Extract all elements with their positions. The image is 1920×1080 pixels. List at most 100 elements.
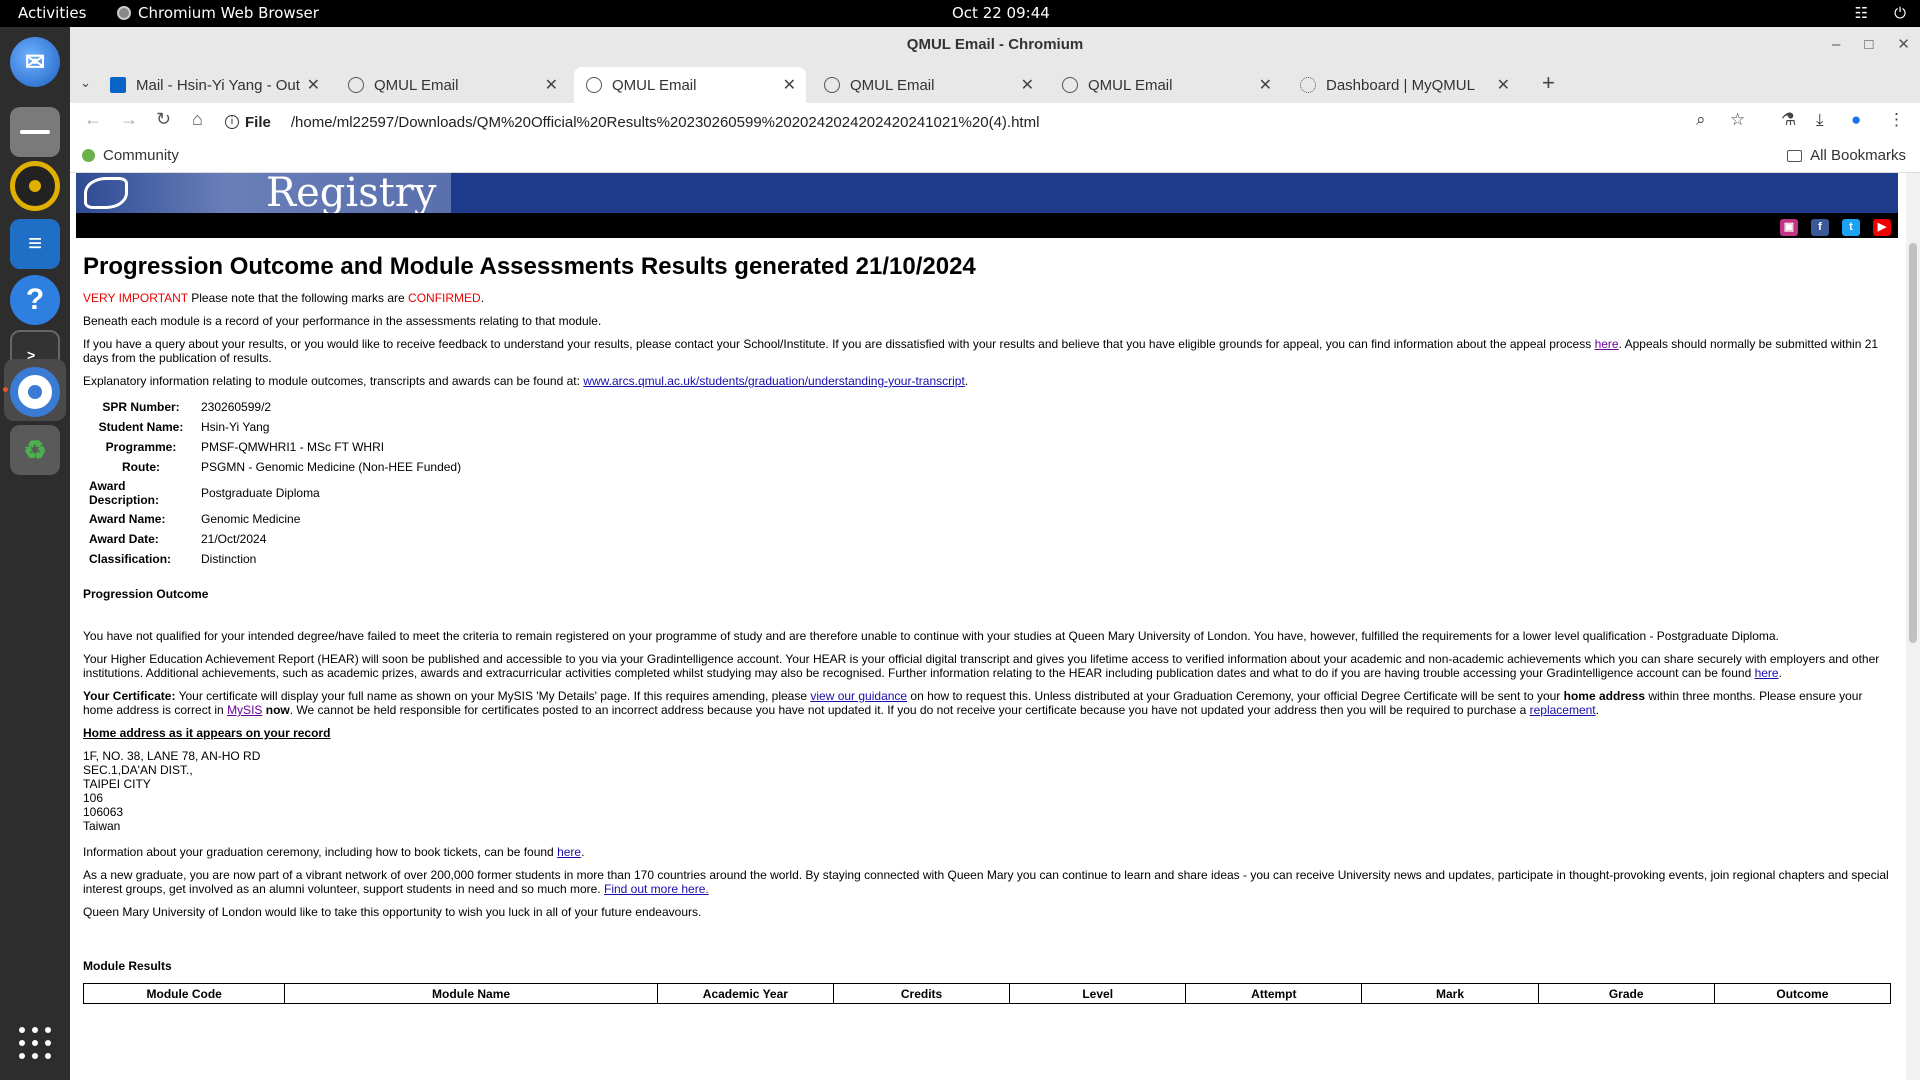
detail-row: SPR Number: 230260599/2	[85, 397, 465, 417]
hear-here-link[interactable]: here	[1755, 666, 1779, 680]
tab-dashboard[interactable]: Dashboard | MyQMUL ✕	[1288, 67, 1520, 103]
instagram-icon[interactable]: ▣	[1780, 219, 1798, 236]
facebook-icon[interactable]: f	[1811, 219, 1829, 236]
query-text-a: If you have a query about your results, …	[83, 337, 1595, 351]
transcript-link[interactable]: www.arcs.qmul.ac.uk/students/graduation/…	[583, 374, 965, 388]
tab-qmul-email[interactable]: QMUL Email ✕	[812, 67, 1044, 103]
tab-close-icon[interactable]: ✕	[1259, 75, 1272, 95]
column-header[interactable]: Mark	[1361, 983, 1539, 1004]
tab-close-icon[interactable]: ✕	[1021, 75, 1034, 95]
appeal-here-link[interactable]: here	[1595, 337, 1619, 351]
column-header[interactable]: Module Name	[284, 983, 658, 1004]
tab-close-icon[interactable]: ✕	[307, 75, 320, 95]
window-titlebar[interactable]: QMUL Email - Chromium – □ ✕	[70, 27, 1920, 63]
certificate-label: Your Certificate:	[83, 689, 176, 703]
bookmark-star-icon[interactable]: ☆	[1730, 110, 1745, 130]
module-results-title: Module Results	[83, 959, 172, 973]
youtube-icon[interactable]: ▶	[1873, 219, 1891, 236]
page-title: Progression Outcome and Module Assessmen…	[83, 253, 976, 280]
url-scheme: File	[245, 113, 271, 131]
replacement-link[interactable]: replacement	[1530, 703, 1596, 717]
progression-outcome-title: Progression Outcome	[83, 587, 209, 601]
globe-icon	[348, 77, 364, 93]
power-icon[interactable]: ⏻	[1894, 4, 1906, 22]
labs-icon[interactable]: ⚗	[1781, 110, 1796, 130]
detail-row: Programme: PMSF-QMWHRI1 - MSc FT WHRI	[85, 437, 465, 457]
network-icon[interactable]: ☷	[1855, 4, 1868, 22]
scrollbar-thumb[interactable]	[1909, 243, 1917, 643]
new-tab-button[interactable]: +	[1542, 70, 1555, 96]
trash-icon[interactable]: ♻	[10, 425, 60, 475]
detail-value: Postgraduate Diploma	[201, 486, 320, 500]
ceremony-text-a: Information about your graduation ceremo…	[83, 845, 558, 859]
show-apps-icon[interactable]	[19, 1027, 51, 1059]
menu-icon[interactable]: ⋮	[1888, 110, 1905, 130]
writer-icon[interactable]: ≡	[10, 219, 60, 269]
column-header[interactable]: Academic Year	[656, 983, 834, 1004]
column-header[interactable]: Credits	[832, 983, 1011, 1004]
tab-close-icon[interactable]: ✕	[545, 75, 558, 95]
column-header[interactable]: Level	[1009, 983, 1187, 1004]
hear-text-a: Your Higher Education Achievement Report…	[83, 652, 1880, 680]
zoom-icon[interactable]: ⌕	[1696, 110, 1706, 130]
files-icon[interactable]	[10, 107, 60, 157]
detail-label: Student Name:	[98, 420, 184, 434]
module-results-header: Module Code Module Name Academic Year Credi…	[82, 983, 1892, 1004]
column-header[interactable]: Attempt	[1185, 983, 1363, 1004]
tab-qmul-email-active[interactable]: QMUL Email ✕	[574, 67, 806, 103]
reload-icon[interactable]: ↻	[156, 109, 171, 130]
address-bar[interactable]: i File /home/ml22597/Downloads/QM%20Offi…	[225, 106, 1815, 138]
browser-toolbar: ← → ↻ ⌂ i File /home/ml22597/Downloads/Q…	[70, 103, 1920, 141]
cert-home-address: home address	[1563, 689, 1646, 703]
system-tray[interactable]: ☷ ⏻	[1855, 4, 1906, 22]
column-header[interactable]: Grade	[1537, 983, 1715, 1004]
window-controls: – □ ✕	[1832, 27, 1910, 63]
detail-label: Classification:	[89, 552, 172, 566]
app-menu[interactable]: Chromium Web Browser	[117, 4, 319, 22]
detail-value: PMSF-QMWHRI1 - MSc FT WHRI	[201, 440, 385, 454]
explanatory-text-b: .	[964, 374, 969, 388]
clock[interactable]: Oct 22 09:44	[952, 4, 1050, 22]
close-window-icon[interactable]: ✕	[1897, 27, 1910, 63]
detail-value: 21/Oct/2024	[201, 532, 267, 546]
help-icon[interactable]: ?	[10, 275, 60, 325]
find-out-more-link[interactable]: Find out more here.	[604, 882, 709, 896]
tab-outlook[interactable]: Mail - Hsin-Yi Yang - Outl ✕	[98, 67, 330, 103]
back-icon[interactable]: ←	[84, 109, 102, 130]
bookmark-label: Community	[103, 147, 179, 164]
tab-search-icon[interactable]: ⌄	[80, 75, 91, 91]
detail-label: Programme:	[105, 440, 177, 454]
dock: ✉ ≡ ? >_ ♻	[0, 27, 70, 1080]
page-viewport[interactable]: Registry ▣ f t ▶ Progression Outcome and…	[70, 173, 1920, 1080]
column-header[interactable]: Module Code	[82, 983, 286, 1004]
tab-close-icon[interactable]: ✕	[783, 75, 796, 95]
all-bookmarks-button[interactable]: All Bookmarks	[1787, 147, 1906, 164]
home-icon[interactable]: ⌂	[192, 109, 203, 130]
twitter-icon[interactable]: t	[1842, 219, 1860, 236]
site-info-icon[interactable]: i	[225, 115, 239, 129]
rhythmbox-icon[interactable]	[10, 161, 60, 211]
tab-qmul-email[interactable]: QMUL Email ✕	[1050, 67, 1282, 103]
forward-icon[interactable]: →	[120, 109, 138, 130]
detail-row: Award Date: 21/Oct/2024	[85, 529, 465, 549]
page-scrollbar[interactable]	[1906, 173, 1920, 1080]
profile-icon[interactable]: ●	[1851, 110, 1861, 130]
address-line: SEC.1,DA'AN DIST.,	[83, 763, 193, 777]
tab-qmul-email[interactable]: QMUL Email ✕	[336, 67, 568, 103]
mysis-link[interactable]: MySIS	[227, 703, 262, 717]
chromium-dock-icon[interactable]	[10, 367, 60, 417]
maximize-icon[interactable]: □	[1864, 27, 1873, 63]
ceremony-here-link[interactable]: here	[557, 845, 581, 859]
cert-text-a: Your certificate will display your full …	[175, 689, 811, 703]
column-header[interactable]: Outcome	[1713, 983, 1892, 1004]
detail-value: 230260599/2	[201, 400, 272, 414]
download-icon[interactable]: ⤓	[1816, 110, 1824, 130]
view-guidance-link[interactable]: view our guidance	[810, 689, 907, 703]
bookmark-community[interactable]: Community	[82, 147, 179, 164]
tab-close-icon[interactable]: ✕	[1497, 75, 1510, 95]
important-label: VERY IMPORTANT	[83, 291, 188, 305]
minimize-icon[interactable]: –	[1832, 27, 1840, 63]
thunderbird-icon[interactable]: ✉	[10, 37, 60, 87]
activities-button[interactable]: Activities	[18, 4, 86, 22]
qmul-logo	[84, 177, 128, 209]
